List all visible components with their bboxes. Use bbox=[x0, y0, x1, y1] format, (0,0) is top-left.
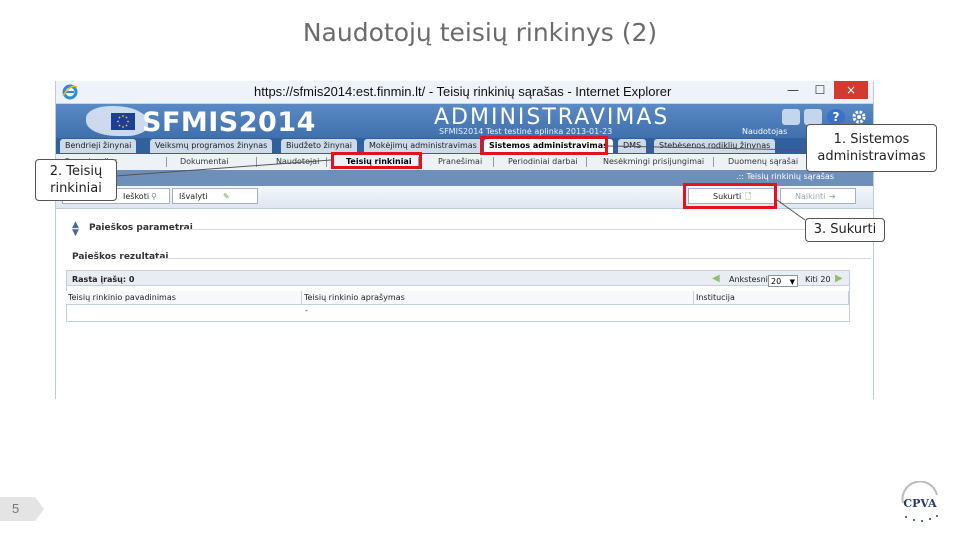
callout-system-admin: 1. Sistemos administravimas bbox=[806, 124, 937, 172]
callout-create: 3. Sukurti bbox=[805, 218, 885, 242]
page-number: 5 bbox=[0, 497, 44, 521]
callout-rights-sets: 2. Teisių rinkiniai bbox=[35, 159, 117, 201]
cpva-logo: CPVA bbox=[895, 480, 945, 525]
svg-text:CPVA: CPVA bbox=[903, 497, 937, 510]
callout-connectors bbox=[115, 145, 809, 221]
